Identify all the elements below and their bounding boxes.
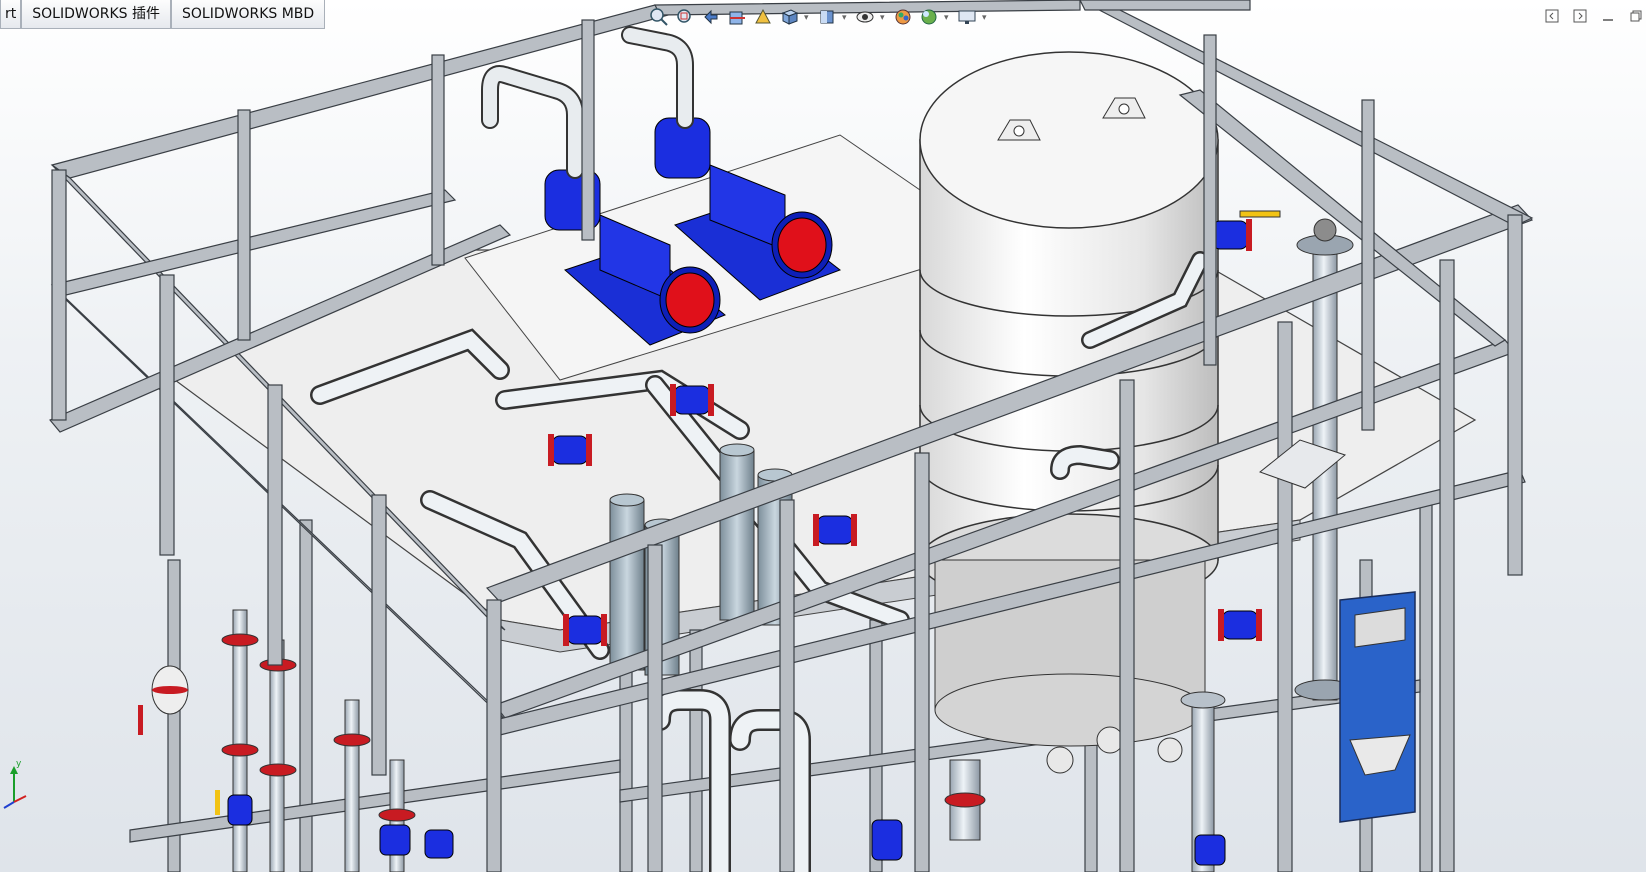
chevron-down-icon[interactable]: ▾ <box>880 12 888 23</box>
svg-text:y: y <box>16 759 22 769</box>
restore-icon[interactable] <box>1626 6 1646 26</box>
previous-view-icon[interactable] <box>700 6 722 28</box>
control-panel[interactable] <box>1339 591 1416 823</box>
chevron-down-icon[interactable]: ▾ <box>944 12 952 23</box>
graphics-area[interactable]: rt SOLIDWORKS 插件 SOLIDWORKS MBD ▾ ▾ ▾ ▾ … <box>0 0 1646 872</box>
collapse-right-icon[interactable] <box>1570 6 1590 26</box>
view-settings-icon[interactable] <box>956 6 978 28</box>
tab-solidworks-mbd[interactable]: SOLIDWORKS MBD <box>170 0 326 29</box>
command-manager-tabs: rt SOLIDWORKS 插件 SOLIDWORKS MBD <box>0 0 326 30</box>
apply-scene-icon[interactable] <box>918 6 940 28</box>
storage-tank[interactable] <box>919 51 1219 747</box>
chevron-down-icon[interactable]: ▾ <box>804 12 812 23</box>
display-style-icon[interactable] <box>816 6 838 28</box>
hide-show-items-icon[interactable] <box>854 6 876 28</box>
chevron-down-icon[interactable]: ▾ <box>982 12 990 23</box>
view-orientation-icon[interactable] <box>778 6 800 28</box>
3d-model-view[interactable] <box>0 0 1646 872</box>
tab-part[interactable]: rt <box>0 0 22 29</box>
chevron-down-icon[interactable]: ▾ <box>842 12 850 23</box>
heads-up-view-toolbar: ▾ ▾ ▾ ▾ ▾ <box>648 2 990 32</box>
edit-appearance-icon[interactable] <box>892 6 914 28</box>
minimize-icon[interactable] <box>1598 6 1618 26</box>
collapse-left-icon[interactable] <box>1542 6 1562 26</box>
dynamic-annotation-icon[interactable] <box>752 6 774 28</box>
coordinate-triad-icon: y <box>3 759 27 809</box>
window-controls <box>1542 6 1646 26</box>
zoom-to-area-icon[interactable] <box>674 6 696 28</box>
zoom-to-fit-icon[interactable] <box>648 6 670 28</box>
section-view-icon[interactable] <box>726 6 748 28</box>
tab-solidworks-addins[interactable]: SOLIDWORKS 插件 <box>21 0 171 29</box>
